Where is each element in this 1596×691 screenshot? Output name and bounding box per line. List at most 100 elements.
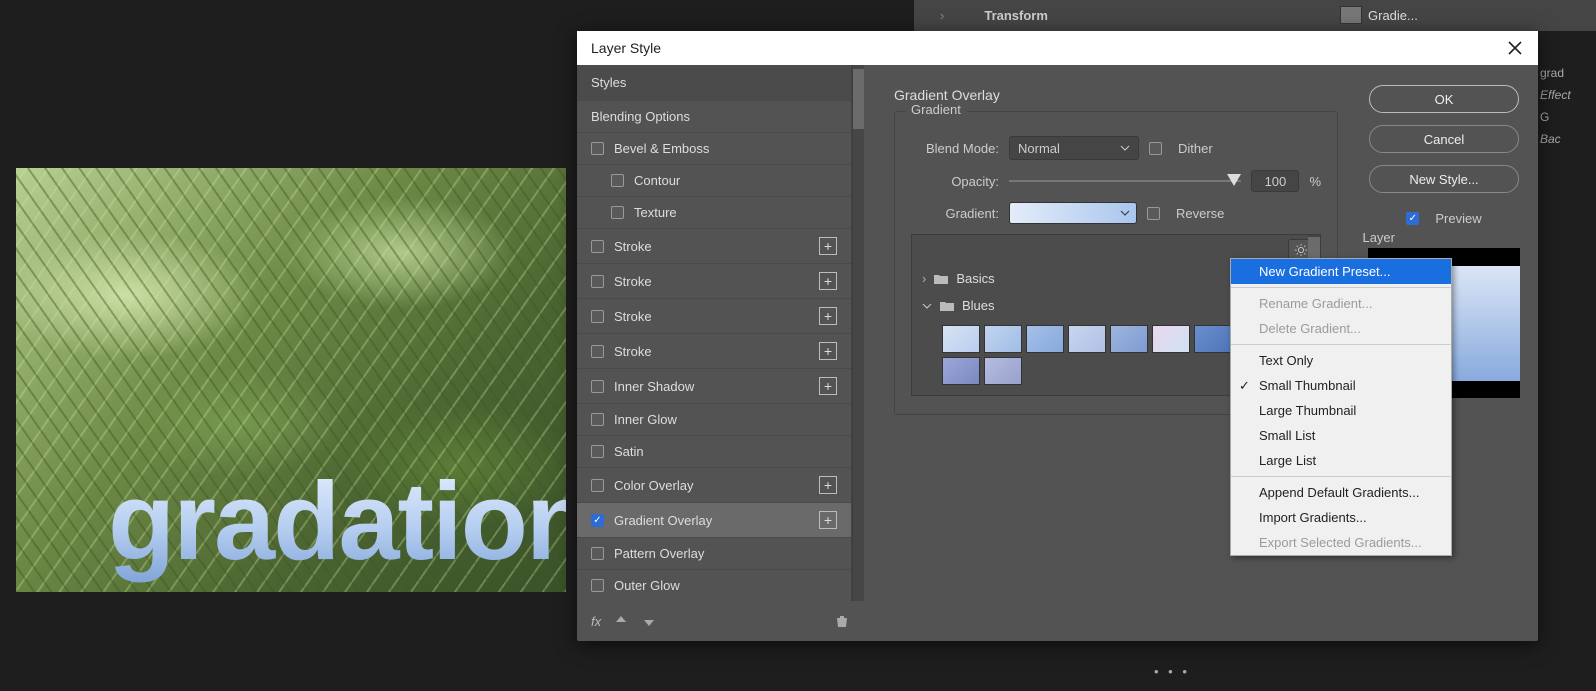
style-item-label: Color Overlay <box>614 478 693 493</box>
fx-icon[interactable]: fx <box>591 614 601 629</box>
style-item-blending-options[interactable]: Blending Options <box>577 100 851 132</box>
reverse-checkbox[interactable]: Reverse <box>1147 206 1224 221</box>
style-item-gradient-overlay[interactable]: Gradient Overlay + <box>577 502 851 537</box>
gradient-swatch[interactable] <box>942 325 980 353</box>
style-item-inner-shadow[interactable]: Inner Shadow + <box>577 368 851 403</box>
cancel-button[interactable]: Cancel <box>1369 125 1519 153</box>
gradient-swatch[interactable] <box>1110 325 1148 353</box>
menu-import-gradients[interactable]: Import Gradients... <box>1231 505 1451 530</box>
styles-header[interactable]: Styles <box>577 65 851 100</box>
style-item-bevel-emboss[interactable]: Bevel & Emboss <box>577 132 851 164</box>
chevron-down-icon <box>922 301 932 311</box>
gradient-swatch[interactable] <box>1152 325 1190 353</box>
transform-header[interactable]: Transform <box>984 8 1048 23</box>
add-effect-icon[interactable]: + <box>819 272 837 290</box>
style-item-label: Texture <box>634 205 677 220</box>
menu-small-thumbnail[interactable]: Small Thumbnail <box>1231 373 1451 398</box>
checkbox[interactable] <box>591 142 604 155</box>
gradient-swatch[interactable] <box>1194 325 1232 353</box>
text-layer-gradation[interactable]: gradation <box>108 458 566 585</box>
style-item-stroke[interactable]: Stroke+ <box>577 263 851 298</box>
gear-icon <box>1294 243 1308 257</box>
menu-append-default[interactable]: Append Default Gradients... <box>1231 480 1451 505</box>
checkbox[interactable] <box>591 579 604 592</box>
checkbox[interactable] <box>591 380 604 393</box>
document-canvas[interactable]: gradation <box>16 168 566 592</box>
group-title: Gradient <box>905 102 967 117</box>
checkbox[interactable] <box>591 275 604 288</box>
checkbox[interactable] <box>591 413 604 426</box>
style-item-inner-glow[interactable]: Inner Glow <box>577 403 851 435</box>
menu-large-thumbnail[interactable]: Large Thumbnail <box>1231 398 1451 423</box>
style-item-label: Stroke <box>614 239 652 254</box>
trash-icon[interactable] <box>834 613 850 629</box>
menu-text-only[interactable]: Text Only <box>1231 348 1451 373</box>
style-item-color-overlay[interactable]: Color Overlay + <box>577 467 851 502</box>
styles-scrollbar[interactable] <box>852 65 864 601</box>
preview-checkbox[interactable]: Preview <box>1406 211 1481 226</box>
style-item-label: Gradient Overlay <box>614 513 712 528</box>
layer-name[interactable]: Gradie... <box>1368 8 1418 23</box>
style-item-satin[interactable]: Satin <box>577 435 851 467</box>
add-effect-icon[interactable]: + <box>819 342 837 360</box>
style-item-outer-glow[interactable]: Outer Glow <box>577 569 851 601</box>
style-item-label: Inner Glow <box>614 412 677 427</box>
dialog-titlebar[interactable]: Layer Style <box>577 31 1538 65</box>
checkbox[interactable] <box>611 174 624 187</box>
styles-column: Styles Blending Options Bevel & Emboss Cont… <box>577 65 864 641</box>
dither-checkbox[interactable]: Dither <box>1149 141 1213 156</box>
style-item-stroke[interactable]: Stroke + <box>577 333 851 368</box>
style-item-label: Satin <box>614 444 644 459</box>
checkbox[interactable] <box>591 547 604 560</box>
checkbox[interactable] <box>591 479 604 492</box>
checkbox[interactable] <box>611 206 624 219</box>
style-item-contour[interactable]: Contour <box>577 164 851 196</box>
style-item-label: Contour <box>634 173 680 188</box>
style-item-texture[interactable]: Texture <box>577 196 851 228</box>
style-item-stroke[interactable]: Stroke+ <box>577 298 851 333</box>
opacity-value[interactable]: 100 <box>1251 170 1299 192</box>
menu-rename-gradient: Rename Gradient... <box>1231 291 1451 316</box>
style-item-label: Outer Glow <box>614 578 680 593</box>
style-item-label: Inner Shadow <box>614 379 694 394</box>
gradient-swatch[interactable] <box>984 325 1022 353</box>
ok-button[interactable]: OK <box>1369 85 1519 113</box>
add-effect-icon[interactable]: + <box>819 476 837 494</box>
add-effect-icon[interactable]: + <box>819 307 837 325</box>
new-style-button[interactable]: New Style... <box>1369 165 1519 193</box>
align-layer-label: Layer <box>1362 230 1395 245</box>
style-item-label: Blending Options <box>591 109 690 124</box>
right-meta-labels: grad Effect G Bac <box>1540 62 1571 150</box>
checkbox[interactable] <box>591 345 604 358</box>
checkbox[interactable] <box>591 310 604 323</box>
gradient-swatch[interactable] <box>1026 325 1064 353</box>
opacity-slider[interactable] <box>1009 172 1241 190</box>
checkbox[interactable] <box>591 514 604 527</box>
add-effect-icon[interactable]: + <box>819 377 837 395</box>
arrow-up-icon[interactable] <box>613 613 629 629</box>
chevron-down-icon <box>1120 143 1130 153</box>
style-item-pattern-overlay[interactable]: Pattern Overlay <box>577 537 851 569</box>
style-item-label: Stroke <box>614 344 652 359</box>
gradient-label: Gradient: <box>911 206 999 221</box>
add-effect-icon[interactable]: + <box>819 237 837 255</box>
close-icon[interactable] <box>1506 39 1524 57</box>
opacity-unit: % <box>1309 174 1321 189</box>
checkbox[interactable] <box>591 240 604 253</box>
gradient-swatch[interactable] <box>942 357 980 385</box>
styles-list[interactable]: Styles Blending Options Bevel & Emboss Cont… <box>577 65 852 601</box>
gradient-picker[interactable] <box>1009 202 1137 224</box>
checkbox[interactable] <box>591 445 604 458</box>
more-dots-icon[interactable]: • • • <box>1154 664 1190 679</box>
gradient-swatch[interactable] <box>984 357 1022 385</box>
styles-footer: fx <box>577 601 864 641</box>
blend-mode-select[interactable]: Normal <box>1009 136 1139 160</box>
style-item-stroke[interactable]: Stroke + <box>577 228 851 263</box>
gradient-swatch[interactable] <box>1068 325 1106 353</box>
menu-small-list[interactable]: Small List <box>1231 423 1451 448</box>
layer-thumb[interactable] <box>1340 6 1362 24</box>
menu-new-gradient-preset[interactable]: New Gradient Preset... <box>1231 259 1451 284</box>
add-effect-icon[interactable]: + <box>819 511 837 529</box>
arrow-down-icon[interactable] <box>641 613 657 629</box>
menu-large-list[interactable]: Large List <box>1231 448 1451 473</box>
